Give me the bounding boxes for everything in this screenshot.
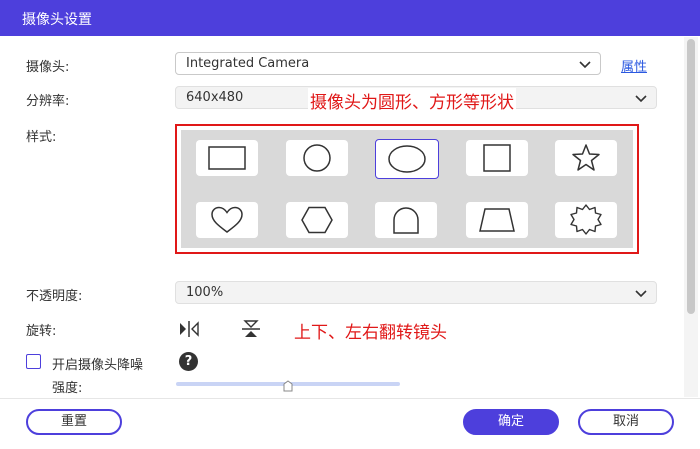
denoise-checkbox[interactable] — [26, 354, 41, 369]
shape-star-button[interactable] — [555, 140, 617, 176]
shape-badge-button[interactable] — [555, 202, 617, 238]
flip-horizontal-button[interactable] — [176, 318, 202, 340]
footer-divider — [0, 398, 700, 399]
resolution-value: 640x480 — [186, 90, 244, 105]
chevron-down-icon — [635, 95, 647, 103]
rectangle-icon — [208, 146, 246, 170]
shape-hexagon-button[interactable] — [286, 202, 348, 238]
denoise-label: 开启摄像头降噪 — [52, 358, 144, 373]
style-annotation: 摄像头为圆形、方形等形状 — [308, 88, 516, 113]
resolution-label: 分辨率: — [26, 94, 70, 109]
strength-slider-thumb[interactable] — [283, 380, 293, 392]
flip-horizontal-icon — [180, 321, 199, 337]
scrollbar[interactable] — [684, 37, 698, 397]
shape-circle-button[interactable] — [286, 140, 348, 176]
shape-rectangle-button[interactable] — [196, 140, 258, 176]
rotation-annotation: 上下、左右翻转镜头 — [292, 318, 449, 343]
rotation-label: 旋转: — [26, 324, 57, 339]
chevron-down-icon — [635, 290, 647, 298]
badge-icon — [570, 204, 602, 235]
camera-value: Integrated Camera — [186, 56, 310, 71]
opacity-select[interactable]: 100% — [175, 281, 657, 304]
shape-panel — [175, 124, 639, 254]
star-icon — [572, 144, 600, 171]
arch-icon — [393, 207, 419, 234]
heart-icon — [211, 206, 243, 233]
help-icon[interactable]: ? — [179, 352, 198, 371]
ok-button[interactable]: 确定 — [463, 409, 559, 435]
hexagon-icon — [301, 206, 333, 234]
circle-icon — [303, 144, 331, 172]
camera-select[interactable]: Integrated Camera — [175, 52, 601, 75]
strength-label: 强度: — [52, 381, 83, 396]
title-bar: 摄像头设置 — [0, 0, 700, 36]
shape-ellipse-button[interactable] — [375, 139, 439, 179]
trapezoid-icon — [479, 208, 515, 232]
shape-trapezoid-button[interactable] — [466, 202, 528, 238]
scrollbar-thumb[interactable] — [687, 39, 695, 314]
reset-button[interactable]: 重置 — [26, 409, 122, 435]
cancel-button[interactable]: 取消 — [578, 409, 674, 435]
square-icon — [483, 144, 511, 172]
shape-heart-button[interactable] — [196, 202, 258, 238]
ellipse-icon — [388, 145, 426, 173]
window-title: 摄像头设置 — [22, 12, 92, 28]
camera-label: 摄像头: — [26, 60, 70, 75]
style-label: 样式: — [26, 130, 57, 145]
camera-properties-link[interactable]: 属性 — [621, 56, 647, 75]
opacity-label: 不透明度: — [26, 289, 83, 304]
chevron-down-icon — [579, 61, 591, 69]
opacity-value: 100% — [186, 285, 224, 300]
shape-arch-button[interactable] — [375, 202, 437, 238]
shape-square-button[interactable] — [466, 140, 528, 176]
flip-vertical-button[interactable] — [238, 318, 264, 340]
flip-vertical-icon — [242, 320, 260, 337]
